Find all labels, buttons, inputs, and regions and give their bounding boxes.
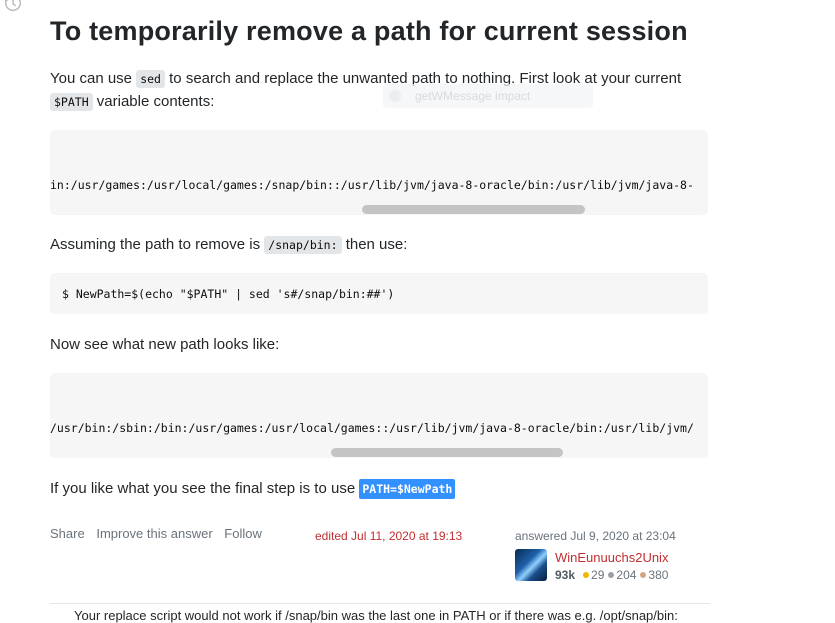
now-see-paragraph: Now see what new path looks like:: [50, 336, 280, 353]
comment-preview: Your replace script would not work if /s…: [74, 608, 678, 623]
selected-inline-code[interactable]: PATH=$NewPath: [359, 479, 456, 499]
faded-tooltip-icon: [389, 90, 401, 102]
bronze-badge-icon: [640, 572, 647, 579]
post-menu: Share Improve this answer Follow: [50, 526, 270, 541]
bronze-badge-count: 380: [648, 568, 669, 582]
code-line: $ NewPath=$(echo "$PATH" | sed 's#/snap/…: [62, 287, 395, 301]
comments-divider: [50, 603, 710, 604]
code-block-path-contents[interactable]: in:/usr/games:/usr/local/games:/snap/bin…: [50, 130, 708, 215]
intro-text-before: You can use: [50, 70, 137, 87]
horizontal-scrollbar[interactable]: [362, 205, 585, 214]
avatar[interactable]: [515, 549, 547, 581]
inline-code-path: $PATH: [50, 93, 93, 111]
follow-link[interactable]: Follow: [224, 526, 262, 541]
code-line: in:/usr/games:/usr/local/games:/snap/bin…: [50, 178, 694, 192]
assume-paragraph: Assuming the path to remove is /snap/bin…: [50, 233, 407, 257]
history-icon[interactable]: [2, 0, 24, 14]
silver-badge-icon: [608, 572, 615, 579]
intro-paragraph-line2: $PATH variable contents:: [50, 90, 214, 114]
code-block-newpath-command[interactable]: $ NewPath=$(echo "$PATH" | sed 's#/snap/…: [50, 273, 708, 314]
answered-timestamp: answered Jul 9, 2020 at 23:04: [515, 529, 676, 543]
assume-text-before: Assuming the path to remove is: [50, 236, 265, 253]
code-block-new-path[interactable]: /usr/bin:/sbin:/bin:/usr/games:/usr/loca…: [50, 373, 708, 458]
edited-timestamp[interactable]: edited Jul 11, 2020 at 19:13: [315, 529, 462, 543]
silver-badge-count: 204: [616, 568, 637, 582]
improve-answer-link[interactable]: Improve this answer: [96, 526, 212, 541]
share-link[interactable]: Share: [50, 526, 85, 541]
final-text: If you like what you see the final step …: [50, 480, 360, 497]
gold-badge-count: 29: [591, 568, 605, 582]
horizontal-scrollbar[interactable]: [331, 448, 563, 457]
inline-code-sed: sed: [136, 70, 165, 88]
assume-text-after: then use:: [341, 236, 408, 253]
answer-heading: To temporarily remove a path for current…: [50, 16, 688, 46]
final-paragraph: If you like what you see the final step …: [50, 477, 456, 501]
user-reputation: 93k 29 204 380: [555, 568, 668, 582]
faded-tooltip: getWMessage impact: [383, 84, 593, 108]
faded-tooltip-text: getWMessage impact: [415, 89, 531, 103]
code-line: /usr/bin:/sbin:/bin:/usr/games:/usr/loca…: [50, 421, 694, 435]
reputation-score: 93k: [555, 568, 576, 582]
user-name-link[interactable]: WinEunuuchs2Unix: [555, 550, 668, 565]
intro-text-after: variable contents:: [92, 93, 215, 110]
gold-badge-icon: [583, 572, 590, 579]
inline-code-snap-bin: /snap/bin:: [264, 236, 342, 254]
